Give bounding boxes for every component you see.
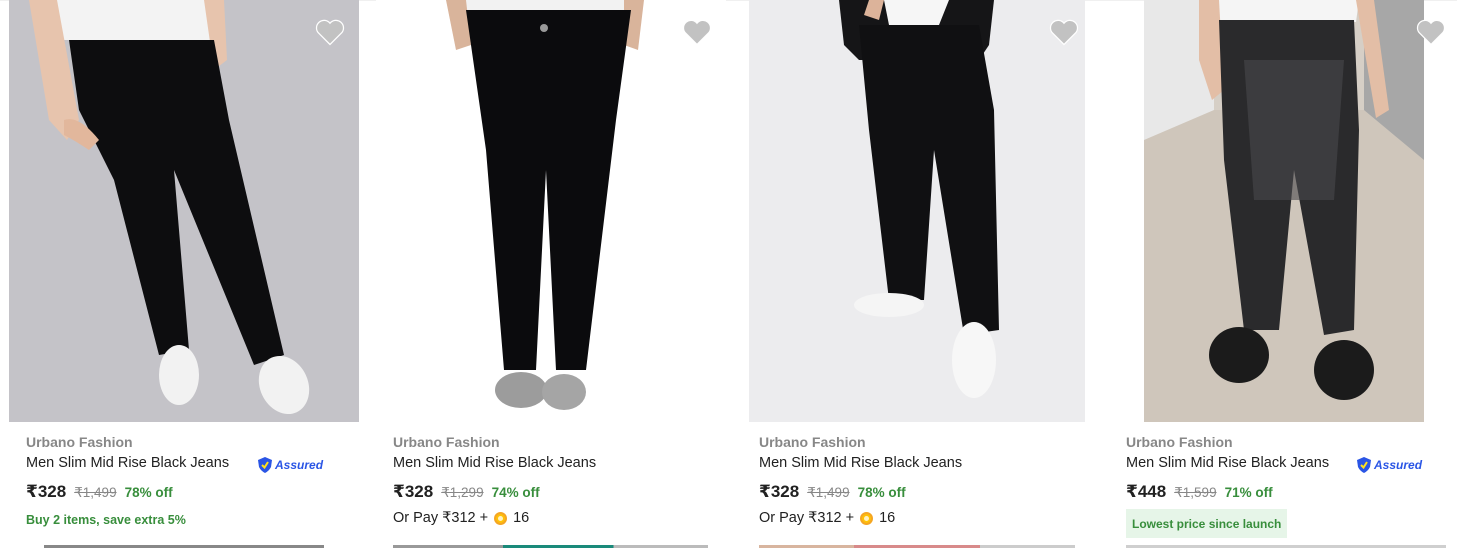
bundle-offer: Buy 2 items, save extra 5% bbox=[26, 513, 186, 527]
discount-percent: 74% off bbox=[491, 485, 540, 500]
product-image[interactable] bbox=[9, 0, 359, 422]
discount-percent: 78% off bbox=[857, 485, 906, 500]
selling-price: ₹448 bbox=[1126, 482, 1167, 501]
product-brand: Urbano Fashion bbox=[1126, 434, 1233, 450]
lowest-price-badge: Lowest price since launch bbox=[1126, 509, 1288, 538]
supercoin-pay-row: Or Pay ₹312 + 16 bbox=[393, 510, 529, 526]
price-row: ₹448 ₹1,599 71% off bbox=[1126, 482, 1273, 502]
wishlist-heart-icon[interactable] bbox=[682, 18, 712, 46]
product-title[interactable]: Men Slim Mid Rise Black Jeans bbox=[26, 455, 229, 471]
original-price: ₹1,299 bbox=[441, 485, 484, 500]
product-card[interactable]: Urbano Fashion Men Slim Mid Rise Black J… bbox=[749, 0, 1085, 548]
product-image[interactable] bbox=[1144, 0, 1424, 422]
product-card[interactable]: Urbano Fashion Men Slim Mid Rise Black J… bbox=[1110, 0, 1450, 548]
selling-price: ₹328 bbox=[759, 482, 800, 501]
product-card[interactable]: Urbano Fashion Men Slim Mid Rise Black J… bbox=[376, 0, 726, 548]
product-image[interactable] bbox=[376, 0, 726, 422]
product-title[interactable]: Men Slim Mid Rise Black Jeans bbox=[393, 455, 596, 471]
original-price: ₹1,599 bbox=[1174, 485, 1217, 500]
product-title[interactable]: Men Slim Mid Rise Black Jeans bbox=[1126, 455, 1329, 471]
supercoin-icon bbox=[860, 511, 874, 525]
discount-percent: 78% off bbox=[124, 485, 173, 500]
assured-label: Assured bbox=[275, 458, 324, 472]
product-brand: Urbano Fashion bbox=[393, 434, 500, 450]
coin-count: 16 bbox=[513, 510, 530, 526]
wishlist-heart-icon[interactable] bbox=[1049, 18, 1079, 46]
price-row: ₹328 ₹1,499 78% off bbox=[759, 482, 906, 502]
discount-percent: 71% off bbox=[1224, 485, 1273, 500]
product-grid: Urbano Fashion Men Slim Mid Rise Black J… bbox=[0, 0, 1457, 548]
product-title[interactable]: Men Slim Mid Rise Black Jeans bbox=[759, 455, 962, 471]
product-brand: Urbano Fashion bbox=[26, 434, 133, 450]
product-brand: Urbano Fashion bbox=[759, 434, 866, 450]
original-price: ₹1,499 bbox=[74, 485, 117, 500]
original-price: ₹1,499 bbox=[807, 485, 850, 500]
supercoin-icon bbox=[494, 511, 508, 525]
coin-count: 16 bbox=[879, 510, 896, 526]
pay-text: Or Pay ₹312 + bbox=[759, 510, 855, 526]
assured-shield-icon bbox=[258, 457, 272, 473]
selling-price: ₹328 bbox=[393, 482, 434, 501]
assured-shield-icon bbox=[1357, 457, 1371, 473]
product-image[interactable] bbox=[749, 0, 1085, 422]
wishlist-heart-icon[interactable] bbox=[315, 18, 345, 46]
assured-badge: Assured bbox=[1356, 455, 1422, 475]
assured-badge: Assured bbox=[257, 455, 323, 475]
selling-price: ₹328 bbox=[26, 482, 67, 501]
product-card[interactable]: Urbano Fashion Men Slim Mid Rise Black J… bbox=[9, 0, 359, 548]
wishlist-heart-icon[interactable] bbox=[1416, 18, 1446, 46]
supercoin-pay-row: Or Pay ₹312 + 16 bbox=[759, 510, 895, 526]
price-row: ₹328 ₹1,299 74% off bbox=[393, 482, 540, 502]
assured-label: Assured bbox=[1374, 458, 1423, 472]
price-row: ₹328 ₹1,499 78% off bbox=[26, 482, 173, 502]
pay-text: Or Pay ₹312 + bbox=[393, 510, 489, 526]
